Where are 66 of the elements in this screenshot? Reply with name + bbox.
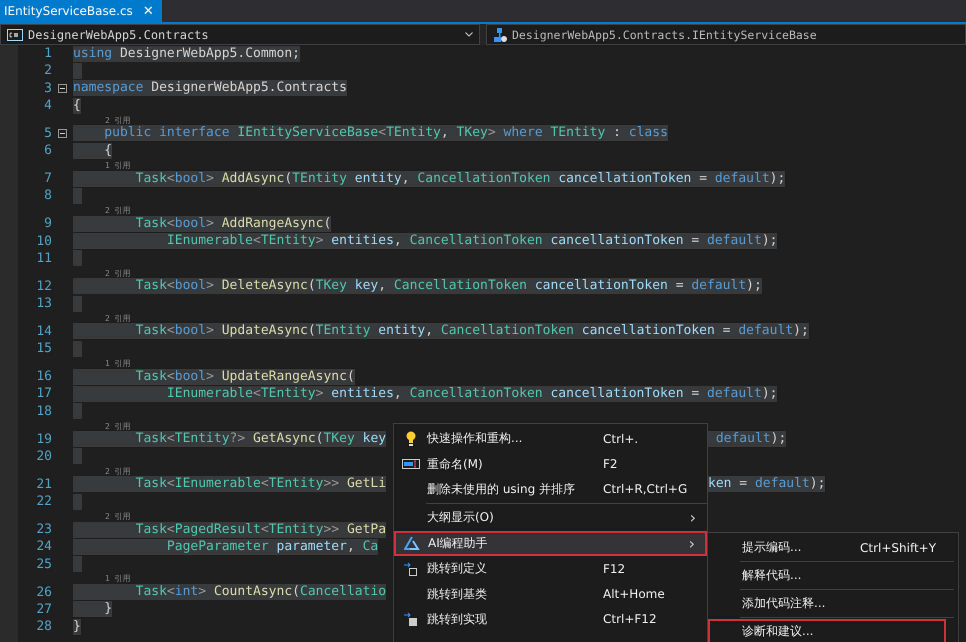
menu-item[interactable]: 跳转到实现 Ctrl+F12 (394, 606, 707, 632)
line-number: 22 (35, 494, 52, 510)
menu-item[interactable]: 重命名(M) F2 (394, 451, 707, 477)
submenu-arrow: › (688, 534, 695, 553)
line-number: 13 (35, 296, 52, 312)
codelens-references[interactable]: 2 引用 (105, 314, 131, 323)
collapse-icon[interactable] (58, 128, 67, 138)
line-number: 10 (35, 234, 52, 249)
line-number: 26 (35, 584, 52, 600)
line-number: 14 (35, 324, 52, 339)
line-number: 21 (35, 476, 52, 492)
menu-item[interactable]: 大纲显示(O) › (394, 505, 707, 531)
menu-item[interactable]: 删除未使用的 using 并排序 Ctrl+R,Ctrl+G (394, 476, 707, 502)
codelens-references[interactable]: 2 引用 (105, 116, 131, 125)
line-number: 17 (35, 386, 52, 402)
line-number: 27 (35, 602, 52, 617)
menu-item[interactable]: AI编程助手 › (394, 530, 707, 556)
line-number: 24 (35, 539, 52, 554)
caret-icon (465, 32, 473, 37)
codelens-references[interactable]: 1 引用 (105, 359, 131, 368)
line-number: 19 (35, 432, 52, 447)
line-number: 8 (43, 188, 52, 204)
menu-item[interactable]: 跳转到定义 F12 (394, 556, 707, 582)
collapse-icon[interactable] (58, 84, 67, 93)
go-to-definition-icon (404, 562, 418, 576)
interface-icon (493, 28, 507, 42)
menu-item[interactable]: 解释代码... (708, 563, 958, 588)
line-number: 28 (35, 619, 52, 634)
line-number: 3 (43, 80, 52, 96)
line-number: 23 (35, 522, 52, 538)
menu-item[interactable]: 诊断和建议... (708, 619, 946, 642)
line-number: 16 (35, 369, 52, 384)
go-to-implementation-icon (404, 612, 418, 626)
rename-icon (402, 459, 420, 470)
codelens-references[interactable]: 2 引用 (105, 512, 131, 521)
line-number: 5 (43, 126, 52, 141)
line-number: 18 (35, 404, 52, 419)
csharp-file-icon (7, 28, 23, 40)
triangle-logo-icon (404, 536, 420, 550)
menu-item[interactable]: 快速操作和重构... Ctrl+. (394, 426, 707, 452)
codelens-references[interactable]: 2 引用 (105, 206, 131, 216)
line-number: 20 (35, 448, 52, 464)
line-number: 7 (43, 171, 52, 186)
scope-dropdown[interactable]: DesignerWebApp5.Contracts (0, 24, 480, 45)
line-number: 9 (43, 216, 52, 232)
line-number: 11 (35, 250, 52, 266)
line-number: 6 (43, 143, 52, 158)
line-number: 15 (35, 341, 52, 356)
file-tab[interactable]: IEntityServiceBase.cs ✕ (0, 0, 162, 22)
close-button[interactable]: ✕ (140, 4, 156, 18)
menu-item[interactable]: 提示编码... Ctrl+Shift+Y (708, 535, 958, 560)
line-number: 25 (35, 556, 52, 572)
menu-item[interactable]: 跳转到基类 Alt+Home (394, 581, 707, 607)
codelens-references[interactable]: 2 引用 (105, 422, 131, 430)
lightbulb-icon (406, 430, 416, 447)
submenu-arrow: › (690, 508, 696, 528)
codelens-references[interactable]: 2 引用 (105, 268, 131, 278)
line-number: 4 (43, 98, 52, 114)
codelens-references[interactable]: 1 引用 (105, 574, 131, 584)
menu-item[interactable]: 添加代码注释... (708, 591, 958, 616)
member-dropdown[interactable]: DesignerWebApp5.Contracts.IEntityServiceBase (486, 24, 966, 45)
codelens-references[interactable]: 1 引用 (105, 160, 131, 170)
line-number: 1 (43, 46, 52, 62)
codelens-references[interactable]: 2 引用 (105, 466, 131, 476)
line-number: 12 (35, 278, 52, 294)
line-number: 2 (43, 63, 52, 78)
